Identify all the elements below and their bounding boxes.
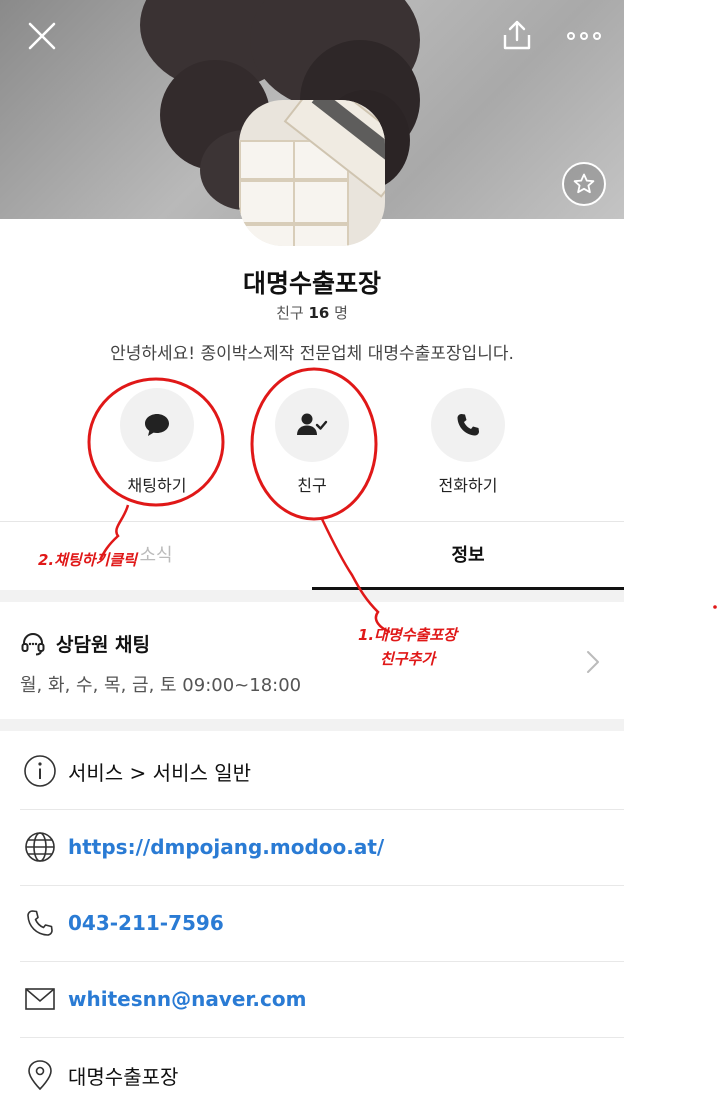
share-icon[interactable] <box>500 18 534 52</box>
counselor-chat-label: 상담원 채팅 <box>56 634 151 656</box>
phone-number-link[interactable]: 043-211-7596 <box>68 911 224 935</box>
chat-bubble-icon <box>145 414 169 436</box>
profile-name: 대명수출포장 <box>242 269 381 298</box>
profile-description: 안녕하세요! 종이박스제작 전문업체 대명수출포장입니다. <box>110 344 514 364</box>
info-row-website[interactable]: https://dmpojang.modoo.at/ <box>20 809 624 886</box>
info-row-category-text: 서비스 > 서비스 일반 <box>68 760 252 785</box>
section-divider <box>0 719 624 731</box>
email-link[interactable]: whitesnn@naver.com <box>68 987 306 1011</box>
info-row-phone[interactable]: 043-211-7596 <box>20 885 624 962</box>
chat-button-label: 채팅하기 <box>127 476 187 495</box>
star-icon <box>573 173 595 194</box>
phone-icon <box>27 910 53 936</box>
phone-icon <box>457 414 479 436</box>
chat-button-circle <box>120 388 194 462</box>
location-pin-icon <box>28 1060 52 1091</box>
address-text: 대명수출포장 <box>68 1064 179 1089</box>
section-divider <box>0 590 624 602</box>
annotation-step2: 2.채팅하기클릭 <box>38 551 137 569</box>
headset-icon <box>21 632 45 655</box>
friend-count: 친구 16 명 <box>0 302 624 323</box>
chevron-right-icon[interactable] <box>586 650 600 674</box>
friend-button-label: 친구 <box>297 476 327 495</box>
favorite-button[interactable] <box>562 162 606 206</box>
website-link[interactable]: https://dmpojang.modoo.at/ <box>68 835 384 859</box>
call-button-circle <box>431 388 505 462</box>
info-row-address[interactable]: 대명수출포장 <box>20 1037 624 1095</box>
globe-icon <box>25 832 55 862</box>
tab-info[interactable]: 정보 <box>312 522 624 590</box>
call-button[interactable]: 전화하기 <box>408 388 528 496</box>
friend-button[interactable]: 친구 <box>252 388 372 496</box>
friend-count-label: 친구 <box>276 304 304 322</box>
close-icon[interactable] <box>24 18 60 54</box>
profile-avatar[interactable] <box>239 100 385 246</box>
annotation-step1-line2: 친구추가 <box>380 650 436 668</box>
chat-button[interactable]: 채팅하기 <box>97 388 217 496</box>
friend-button-circle <box>275 388 349 462</box>
annotation-dot <box>713 605 717 609</box>
counselor-chat-hours: 월, 화, 수, 목, 금, 토 09:00~18:00 <box>20 675 302 696</box>
annotation-step1-line1: 1.대명수출포장 <box>358 626 457 644</box>
profile-screen: 대명수출포장 친구 16 명 안녕하세요! 종이박스제작 전문업체 대명수출포장… <box>0 0 624 1095</box>
more-options-icon[interactable] <box>566 24 602 48</box>
person-check-icon <box>297 413 328 435</box>
info-icon <box>24 755 56 787</box>
friend-count-unit: 명 <box>334 304 348 322</box>
info-row-category: 서비스 > 서비스 일반 <box>20 733 624 810</box>
call-button-label: 전화하기 <box>438 476 498 495</box>
info-row-email[interactable]: whitesnn@naver.com <box>20 961 624 1038</box>
friend-count-number: 16 <box>308 304 330 322</box>
mail-icon <box>25 988 55 1010</box>
counselor-chat-title[interactable]: 상담원 채팅 <box>20 630 150 657</box>
